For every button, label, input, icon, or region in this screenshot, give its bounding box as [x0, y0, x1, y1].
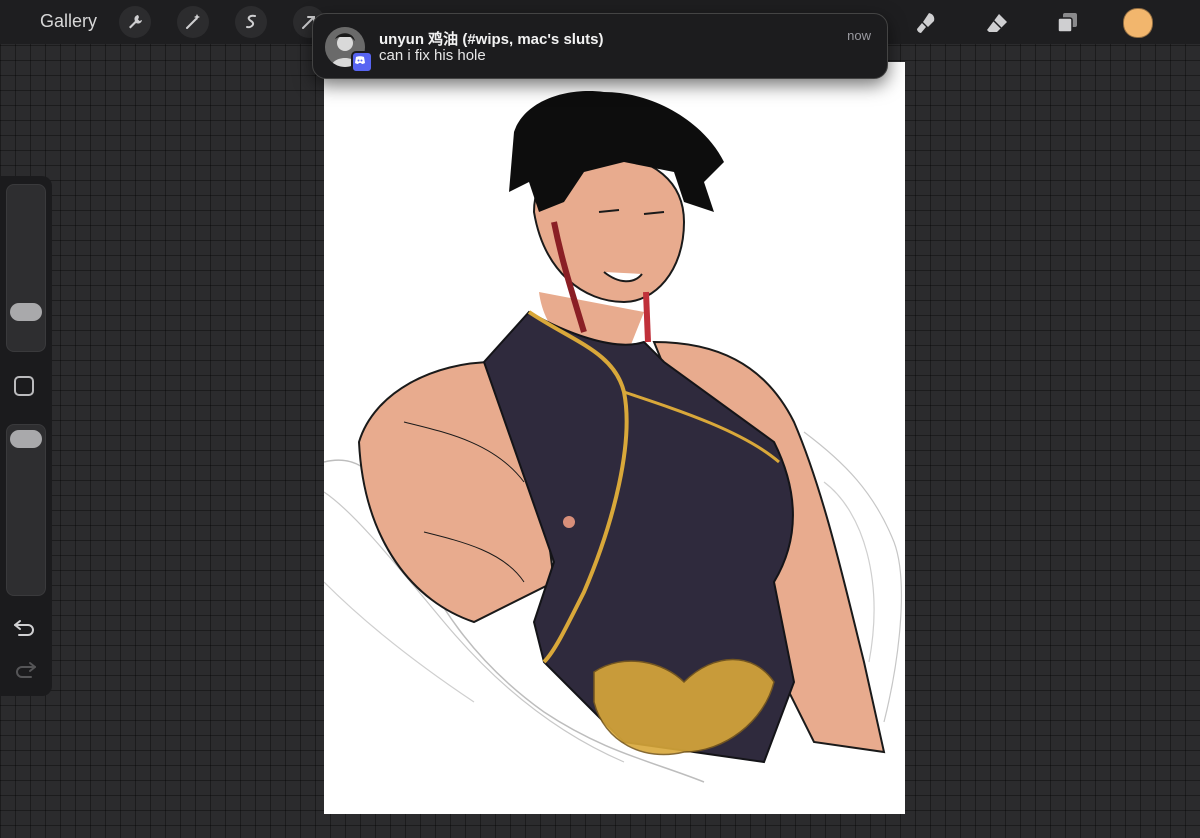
selection-icon[interactable] [235, 6, 267, 38]
brush-size-slider[interactable] [6, 184, 46, 352]
drawing-canvas[interactable] [323, 62, 905, 814]
modify-square-icon[interactable] [14, 376, 34, 396]
discord-logo-icon [351, 51, 373, 73]
brush-size-thumb[interactable] [10, 303, 42, 321]
gallery-button[interactable]: Gallery [40, 11, 97, 32]
sidebar [0, 176, 52, 696]
opacity-slider[interactable] [6, 424, 46, 596]
smudge-icon[interactable] [909, 6, 943, 40]
notification-time: now [847, 28, 871, 43]
color-swatch[interactable] [1123, 8, 1153, 38]
magic-wand-icon[interactable] [177, 6, 209, 38]
notification-body: can i fix his hole [379, 47, 486, 64]
wrench-icon[interactable] [119, 6, 151, 38]
layers-icon[interactable] [1050, 6, 1084, 40]
opacity-thumb[interactable] [10, 430, 42, 448]
notification-title: unyun 鸡油 (#wips, mac's sluts) [379, 31, 604, 48]
eraser-icon[interactable] [980, 6, 1014, 40]
redo-icon[interactable] [12, 658, 38, 680]
discord-notification[interactable]: unyun 鸡油 (#wips, mac's sluts) can i fix … [312, 13, 888, 79]
artwork [323, 91, 903, 783]
undo-icon[interactable] [12, 616, 38, 638]
